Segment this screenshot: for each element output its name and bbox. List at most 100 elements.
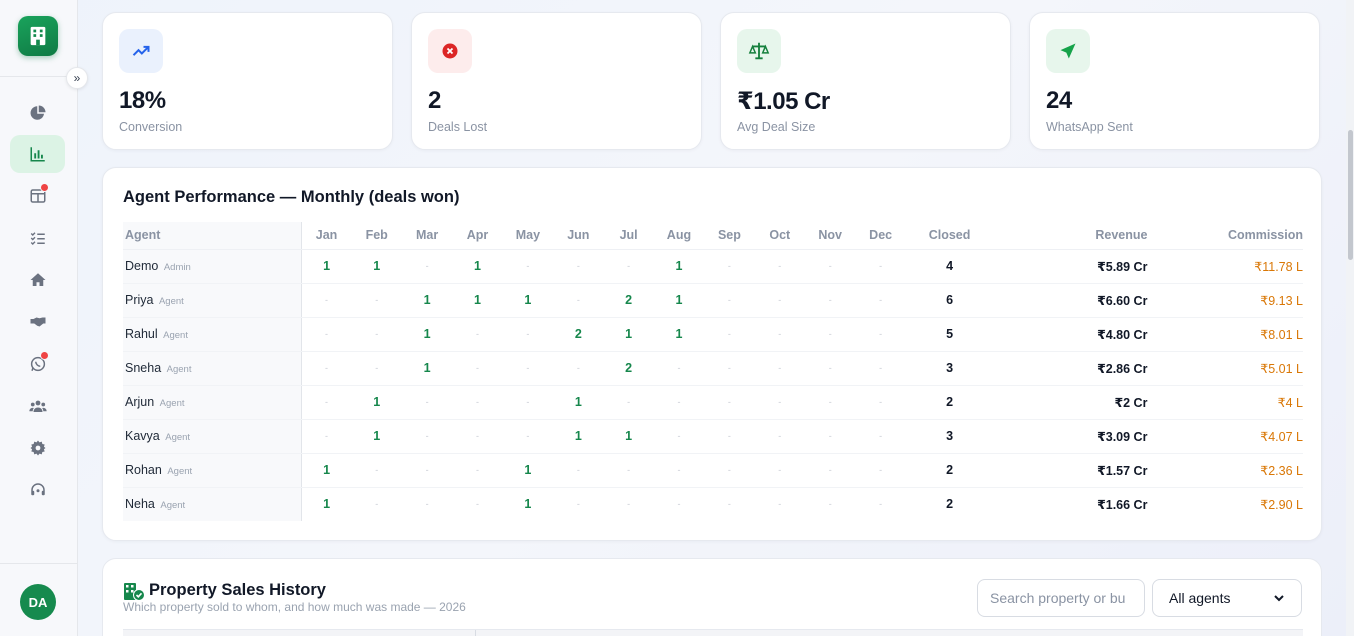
revenue-cell: ₹3.09 Cr [993,419,1148,454]
month-deals-cell: 1 [603,419,654,454]
month-empty-cell: - [351,283,402,318]
notification-badge [40,351,49,360]
month-deals-cell: 2 [603,351,654,386]
month-deals-cell: 1 [401,317,453,352]
closed-cell: 5 [905,317,994,352]
agent-role: Agent [158,296,184,307]
month-empty-cell: - [855,453,906,488]
sidebar-item-layout-columns[interactable] [10,177,65,215]
month-deals-cell: 1 [351,419,402,454]
kpi-value: 2 [428,87,441,114]
month-empty-cell: - [754,419,805,454]
month-empty-cell: - [778,499,782,510]
send-icon [1046,29,1090,73]
month-empty-cell: - [754,351,805,386]
month-empty-cell: - [401,249,453,284]
month-deals-cell: 1 [351,249,402,284]
agent-cell: Priya Agent [123,283,302,318]
table-header-row: Agent Jan Feb Mar Apr May Jun Jul Aug Sep Oct Nov De… [123,222,1303,250]
closed-cell: 4 [905,249,994,284]
revenue-cell: ₹2 Cr [993,385,1148,420]
month-empty-cell: - [401,419,453,454]
agent-name: Priya [125,293,154,307]
month-empty-cell: - [653,453,705,488]
month-empty-cell: - [855,351,906,386]
building-icon [30,26,46,46]
month-empty-cell: - [704,351,755,386]
table-row: Arjun Agent -1- - -1- - - - - -2 ₹2 Cr ₹4 L [123,385,1303,420]
month-deals-cell: 1 [452,283,503,318]
column-header-month: Mar [401,222,453,250]
month-empty-cell: - [401,385,453,420]
month-deals-cell: 1 [301,249,352,284]
sidebar-item-gear[interactable] [10,429,65,467]
trending-up-icon [119,29,163,73]
sidebar-item-users[interactable] [10,387,65,425]
month-empty-cell: - [804,453,856,488]
handshake-icon [29,313,47,331]
expand-sidebar-button[interactable]: » [66,67,88,89]
commission-cell: ₹8.01 L [1147,317,1303,352]
month-deals-cell: 1 [452,249,503,284]
month-empty-cell: - [804,249,856,284]
month-empty-cell: - [425,499,429,510]
commission-cell: ₹9.13 L [1147,283,1303,318]
kpi-label: Conversion [119,120,183,134]
commission-cell: ₹4 L [1147,385,1303,420]
sidebar-item-headset[interactable] [10,471,65,509]
avatar[interactable]: DA [20,584,56,620]
agent-name: Kavya [125,429,160,443]
sidebar-item-checklist[interactable] [10,219,65,257]
month-deals-cell: 1 [524,497,532,512]
month-deals-cell: 1 [653,283,705,318]
home-icon [29,271,47,289]
month-empty-cell: - [603,385,654,420]
kpi-label: Avg Deal Size [737,120,816,134]
month-empty-cell: - [727,499,731,510]
scrollbar-thumb[interactable] [1348,130,1353,260]
revenue-cell: ₹6.60 Cr [993,283,1148,318]
sidebar-item-handshake[interactable] [10,303,65,341]
search-input[interactable] [977,579,1145,617]
kpi-value: 18% [119,87,166,114]
month-empty-cell: - [704,283,755,318]
card-subtitle: Which property sold to whom, and how muc… [123,600,466,614]
month-empty-cell: - [553,453,604,488]
agent-cell: Sneha Agent [123,351,302,386]
app-logo[interactable] [18,16,58,56]
sidebar-item-pie-chart[interactable] [10,94,65,132]
agent-filter-value: All agents [1169,590,1231,606]
month-empty-cell: - [627,499,631,510]
commission-cell: ₹5.01 L [1147,351,1303,386]
sidebar-item-home[interactable] [10,261,65,299]
month-empty-cell: - [452,317,503,352]
agent-name: Sneha [125,361,162,375]
month-empty-cell: - [502,385,554,420]
month-empty-cell: - [452,385,503,420]
column-header-agent: Agent [123,222,302,250]
month-empty-cell: - [301,419,352,454]
month-empty-cell: - [804,385,856,420]
column-header-month: Sep [704,222,755,250]
column-header-month: Jul [603,222,654,250]
table-row: Rohan Agent 1- - -1- - - - - - -2 ₹1.57 Cr ₹2.36 L [123,453,1303,488]
agent-cell: Neha Agent [123,487,302,521]
page-scrollbar[interactable] [1346,0,1354,636]
month-empty-cell: - [704,419,755,454]
agent-filter-select[interactable]: All agents [1152,579,1302,617]
table-row: Neha Agent 1 - - - 1 - - - - - - - 2 ₹1.66 Cr ₹2.90 L [123,487,1303,521]
month-empty-cell: - [576,499,580,510]
agent-role: Agent [165,432,191,443]
month-empty-cell: - [754,317,805,352]
sidebar-item-bar-chart[interactable] [10,135,65,173]
month-deals-cell: 1 [401,351,453,386]
month-empty-cell: - [855,283,906,318]
sidebar-item-whatsapp[interactable] [10,345,65,383]
kpi-value: 24 [1046,87,1072,114]
building-check-icon [124,583,145,601]
month-empty-cell: - [603,249,654,284]
month-empty-cell: - [704,453,755,488]
month-empty-cell: - [475,499,479,510]
month-empty-cell: - [375,499,379,510]
month-empty-cell: - [553,351,604,386]
